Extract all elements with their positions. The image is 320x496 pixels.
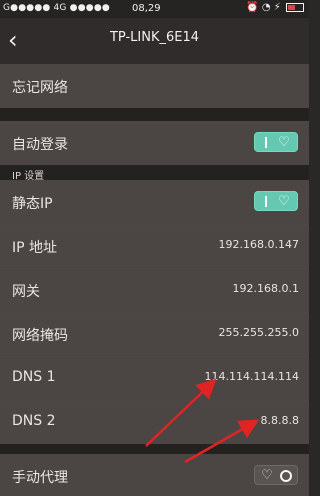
toggle-on-bar-icon	[265, 196, 267, 207]
gateway-value: 192.168.0.1	[232, 282, 299, 295]
heart-icon: ♡	[278, 135, 290, 150]
status-bar: G●●●●● 4G ●●●●● 08,29 ⏰ ◔ ⚡	[0, 0, 309, 18]
dns1-value: 114.114.114.114	[204, 370, 299, 383]
manual-proxy-label: 手动代理	[12, 470, 68, 486]
heart-icon: ♡	[261, 468, 273, 483]
static-ip-label: 静态IP	[12, 196, 53, 212]
ip-address-row[interactable]: IP 地址 192.168.0.147	[0, 224, 309, 269]
signal-status: G●●●●● 4G ●●●●●	[3, 3, 110, 13]
system-status-icons: ⏰ ◔ ⚡	[246, 2, 281, 13]
auto-login-toggle[interactable]: ♡	[254, 132, 298, 152]
clock: 08,29	[132, 3, 161, 14]
proxy-section-gap	[0, 444, 309, 454]
page-title: TP-LINK_6E14	[109, 30, 200, 45]
toggle-on-bar-icon	[265, 137, 267, 148]
auto-login-row[interactable]: 自动登录 ♡	[0, 121, 309, 166]
ip-settings-section	[0, 165, 309, 180]
dns2-value: 8.8.8.8	[260, 414, 299, 427]
gateway-label: 网关	[12, 284, 40, 300]
dns1-label: DNS 1	[12, 369, 56, 385]
forget-network-label: 忘记网络	[12, 80, 68, 96]
network-mask-value: 255.255.255.0	[218, 326, 299, 339]
battery-icon	[286, 2, 304, 12]
auto-login-label: 自动登录	[12, 137, 68, 153]
network-mask-label: 网络掩码	[12, 328, 68, 344]
status-icons: ⏰ ◔ ⚡	[246, 2, 304, 13]
static-ip-toggle[interactable]: ♡	[254, 191, 298, 211]
section-gap	[0, 108, 309, 121]
manual-proxy-row[interactable]: 手动代理 ♡	[0, 454, 309, 496]
navigation-bar: ‹ TP-LINK_6E14	[0, 18, 309, 65]
ip-address-label: IP 地址	[12, 240, 58, 256]
gateway-row[interactable]: 网关 192.168.0.1	[0, 268, 309, 313]
forget-network-row[interactable]: 忘记网络	[0, 64, 309, 109]
toggle-off-ring-icon	[280, 470, 292, 482]
ip-address-value: 192.168.0.147	[218, 238, 299, 251]
dns2-row[interactable]: DNS 2 8.8.8.8	[0, 400, 309, 445]
network-mask-row[interactable]: 网络掩码 255.255.255.0	[0, 312, 309, 357]
wifi-settings-screen: G●●●●● 4G ●●●●● 08,29 ⏰ ◔ ⚡ ‹ TP-LINK_6E…	[0, 0, 309, 496]
dns2-label: DNS 2	[12, 413, 56, 429]
heart-icon: ♡	[278, 194, 290, 209]
dns1-row[interactable]: DNS 1 114.114.114.114	[0, 356, 309, 401]
manual-proxy-toggle[interactable]: ♡	[254, 465, 298, 485]
static-ip-row[interactable]: 静态IP ♡	[0, 180, 309, 225]
